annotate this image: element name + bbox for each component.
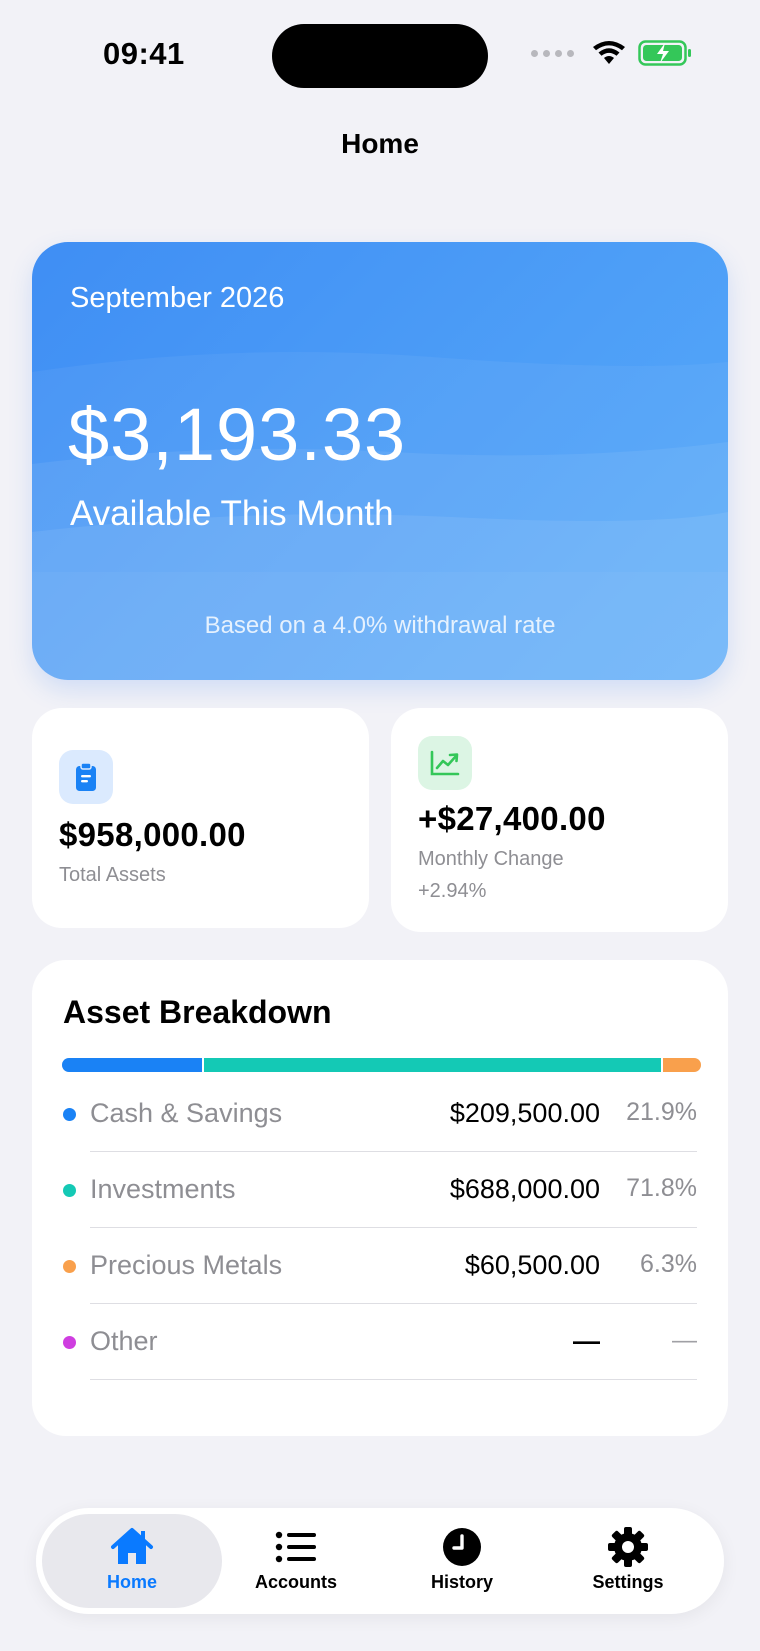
clipboard-icon	[59, 750, 113, 804]
category-value: —	[573, 1326, 600, 1356]
allocation-segment	[201, 1058, 661, 1072]
category-dot	[63, 1108, 76, 1121]
status-time: 09:41	[103, 36, 185, 71]
category-name: Cash & Savings	[90, 1098, 283, 1128]
tab-history[interactable]: History	[372, 1514, 552, 1608]
breakdown-row-investments[interactable]: Investments $688,000.00 71.8%	[32, 1152, 728, 1228]
breakdown-title: Asset Breakdown	[63, 994, 332, 1030]
house-icon	[109, 1526, 155, 1568]
category-percent: 71.8%	[626, 1174, 697, 1202]
allocation-segment	[62, 1058, 202, 1072]
breakdown-list: Cash & Savings $209,500.00 21.9% Investm…	[32, 1076, 728, 1380]
hero-amount: $3,193.33	[68, 393, 407, 476]
category-dot	[63, 1260, 76, 1273]
category-percent: 21.9%	[626, 1098, 697, 1126]
category-dot	[63, 1336, 76, 1349]
dynamic-island	[272, 24, 488, 88]
category-value: $60,500.00	[464, 1250, 600, 1280]
category-value: $688,000.00	[449, 1174, 600, 1204]
tab-home[interactable]: Home	[42, 1514, 222, 1608]
monthly-change-label: Monthly Change	[418, 848, 564, 870]
wifi-icon	[593, 41, 625, 64]
list-icon	[275, 1526, 317, 1568]
category-name: Precious Metals	[90, 1250, 283, 1280]
available-income-card[interactable]: September 2026 $3,193.33 Available This …	[32, 242, 728, 680]
tab-accounts[interactable]: Accounts	[206, 1514, 386, 1608]
category-name: Investments	[90, 1174, 236, 1204]
tab-settings[interactable]: Settings	[538, 1514, 718, 1608]
total-assets-label: Total Assets	[59, 864, 166, 886]
tab-bar: Home Accounts History Settings	[36, 1508, 724, 1614]
category-percent: —	[672, 1326, 697, 1354]
category-dot	[63, 1184, 76, 1197]
allocation-segment	[660, 1058, 701, 1072]
row-divider	[90, 1379, 697, 1380]
hero-month: September 2026	[70, 282, 285, 314]
breakdown-row-other[interactable]: Other — —	[32, 1304, 728, 1380]
status-indicators	[531, 40, 692, 66]
tab-label: History	[430, 1572, 493, 1592]
tab-label: Accounts	[254, 1572, 337, 1592]
total-assets-value: $958,000.00	[59, 816, 246, 853]
category-percent: 6.3%	[640, 1250, 697, 1278]
asset-breakdown-card: Asset Breakdown Cash & Savings $209,500.…	[32, 960, 728, 1436]
battery-charging-icon	[638, 40, 691, 66]
category-name: Other	[90, 1326, 158, 1356]
page-title: Home	[341, 128, 419, 159]
trend-up-icon	[418, 736, 472, 790]
breakdown-row-precious-metals[interactable]: Precious Metals $60,500.00 6.3%	[32, 1228, 728, 1304]
monthly-change-percent: +2.94%	[418, 880, 487, 902]
category-value: $209,500.00	[449, 1098, 600, 1128]
hero-note: Based on a 4.0% withdrawal rate	[204, 612, 556, 639]
allocation-bar	[62, 1058, 701, 1072]
clock-icon	[442, 1526, 482, 1568]
hero-label: Available This Month	[70, 494, 394, 533]
breakdown-row-cash[interactable]: Cash & Savings $209,500.00 21.9%	[32, 1076, 728, 1152]
tab-label: Home	[106, 1572, 157, 1592]
home-screen: 09:41 Home September 2026 $3,193.33 Avai…	[0, 0, 760, 1651]
total-assets-card[interactable]: $958,000.00 Total Assets	[32, 708, 369, 928]
monthly-change-value: +$27,400.00	[418, 800, 606, 837]
cellular-signal-icon	[531, 49, 574, 57]
monthly-change-card[interactable]: +$27,400.00 Monthly Change +2.94%	[391, 708, 728, 932]
tab-label: Settings	[592, 1572, 664, 1592]
gear-icon	[607, 1526, 649, 1568]
